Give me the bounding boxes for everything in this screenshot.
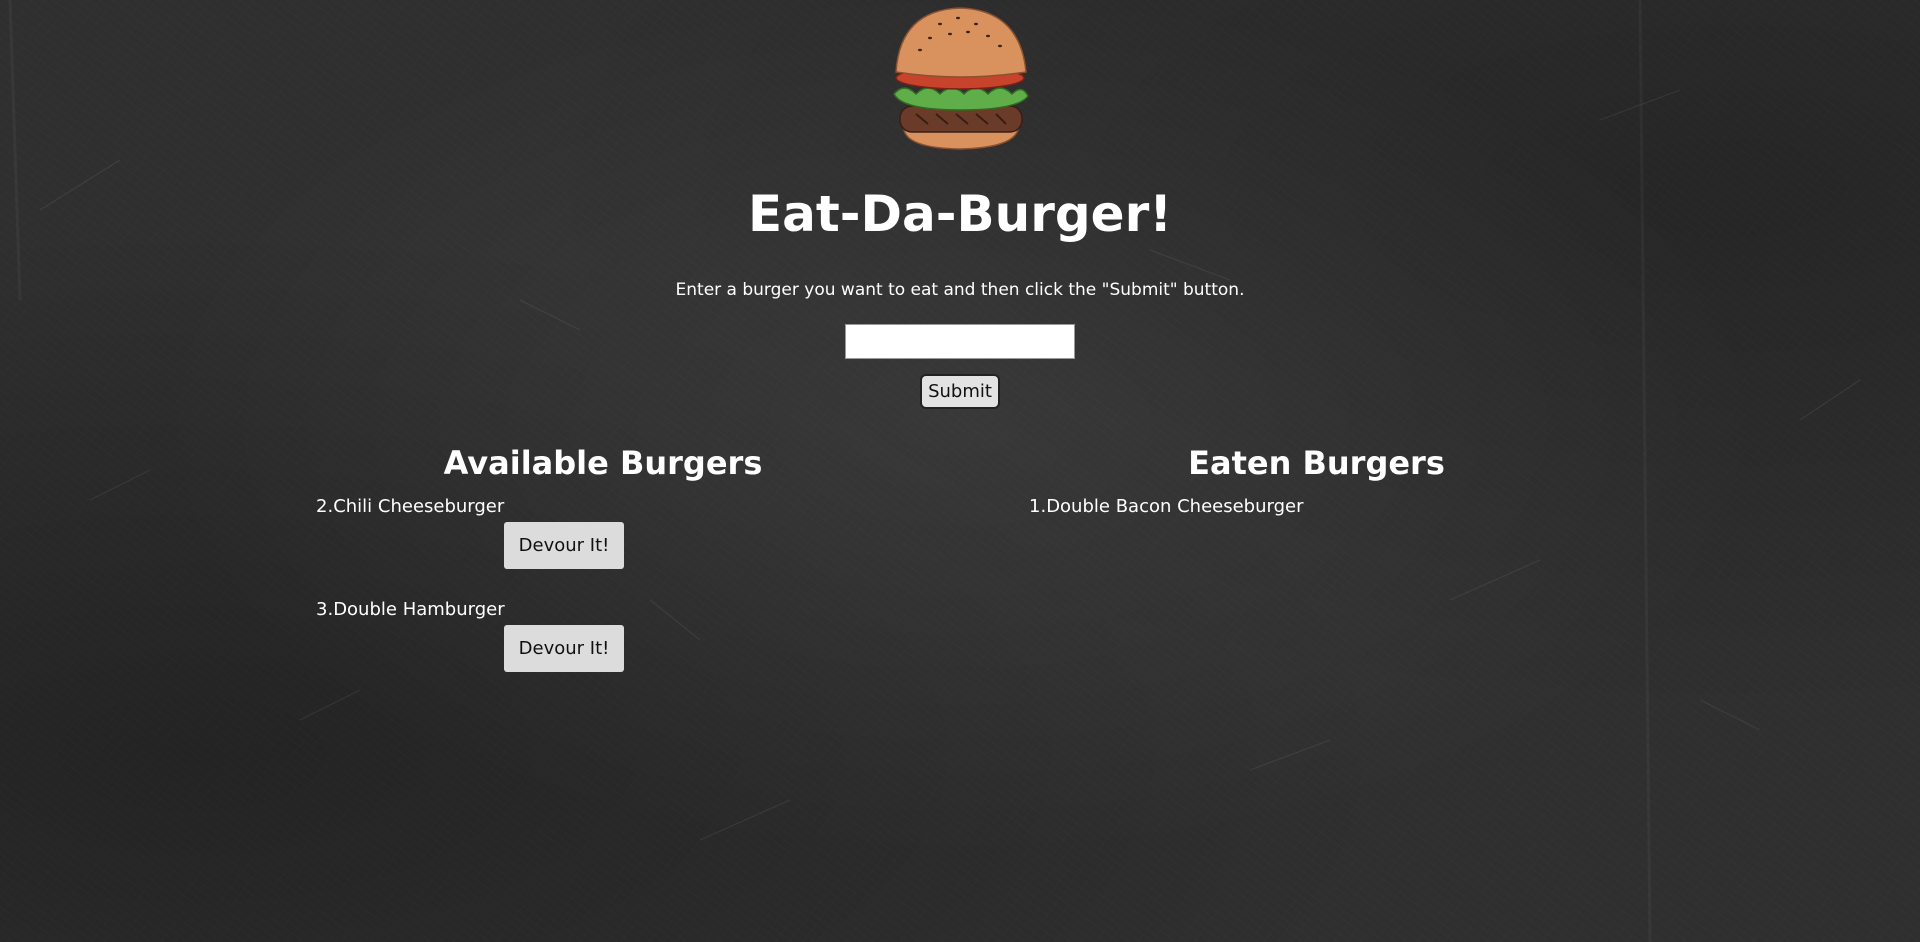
instructions-text: Enter a burger you want to eat and then … bbox=[675, 280, 1245, 300]
available-burger-item: 3.Double Hamburger bbox=[316, 598, 505, 622]
available-burger-item: 2.Chili Cheeseburger bbox=[316, 495, 504, 519]
submit-button[interactable]: Submit bbox=[920, 374, 1000, 409]
eaten-burger-item: 1.Double Bacon Cheeseburger bbox=[1029, 495, 1304, 519]
devour-button[interactable]: Devour It! bbox=[504, 625, 624, 672]
burger-name: Chili Cheeseburger bbox=[333, 496, 505, 517]
eaten-burgers-heading: Eaten Burgers bbox=[1188, 444, 1445, 482]
devour-button[interactable]: Devour It! bbox=[504, 522, 624, 569]
burger-number: 3. bbox=[316, 599, 334, 620]
available-burgers-heading: Available Burgers bbox=[443, 444, 763, 482]
page-title: Eat-Da-Burger! bbox=[747, 185, 1173, 243]
burger-name: Double Bacon Cheeseburger bbox=[1046, 496, 1304, 517]
burger-name-input[interactable] bbox=[845, 324, 1075, 359]
burger-number: 2. bbox=[316, 496, 334, 517]
burger-icon bbox=[893, 7, 1029, 150]
burger-number: 1. bbox=[1029, 496, 1047, 517]
burger-name: Double Hamburger bbox=[333, 599, 505, 620]
